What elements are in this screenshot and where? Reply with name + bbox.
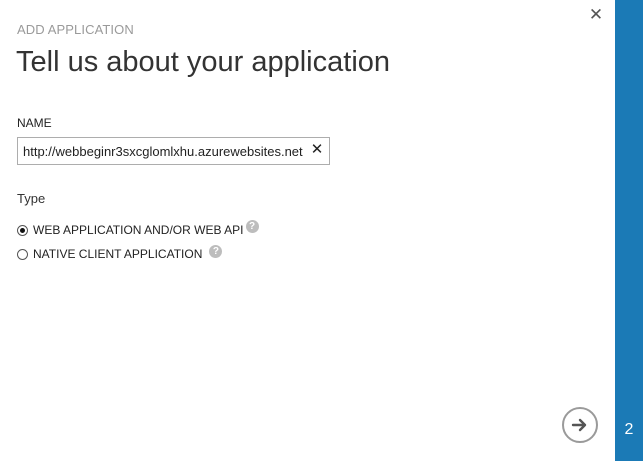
help-icon[interactable]: ? — [245, 219, 259, 233]
page-title: Tell us about your application — [16, 46, 391, 78]
arrow-right-circle-icon — [571, 418, 587, 432]
name-label: NAME — [17, 116, 52, 130]
radio-option-native-client[interactable]: NATIVE CLIENT APPLICATION ? — [17, 244, 223, 263]
radio-button-selected[interactable] — [17, 224, 28, 236]
next-button[interactable] — [562, 407, 598, 443]
close-icon[interactable]: ✕ — [588, 6, 604, 24]
radio-option-web-application[interactable]: WEB APPLICATION AND/OR WEB API ? — [17, 219, 259, 239]
radio-label-web-application: WEB APPLICATION AND/OR WEB API — [33, 223, 244, 237]
clear-icon[interactable]: ✕ — [310, 141, 324, 159]
dialog-overline: ADD APPLICATION — [17, 22, 134, 37]
type-label: Type — [17, 191, 46, 206]
add-application-dialog: ✕ ADD APPLICATION Tell us about your app… — [0, 0, 643, 461]
help-icon[interactable]: ? — [209, 244, 223, 258]
radio-button[interactable] — [17, 248, 28, 260]
step-number: 2 — [624, 421, 634, 438]
name-field: ✕ — [17, 137, 330, 165]
dialog-main-panel: ✕ ADD APPLICATION Tell us about your app… — [0, 0, 615, 461]
radio-label-native-client: NATIVE CLIENT APPLICATION — [33, 247, 203, 261]
name-input[interactable] — [18, 138, 308, 164]
wizard-step-sidebar: 2 — [615, 0, 643, 461]
